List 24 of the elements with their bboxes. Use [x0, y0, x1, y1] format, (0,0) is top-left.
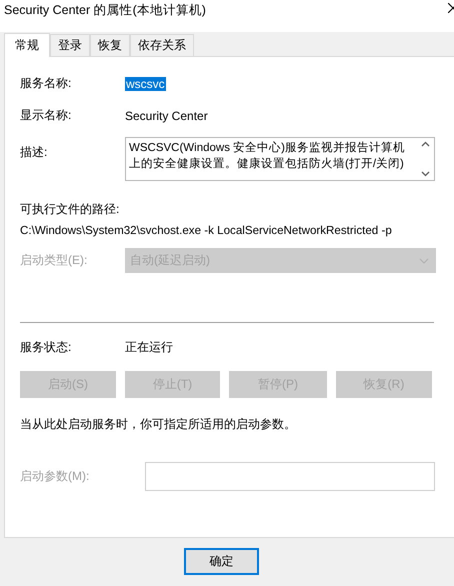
- window-title: Security Center 的属性(本地计算机): [3, 2, 206, 19]
- field-label: 服务名称:: [20, 75, 72, 92]
- display-name-value: Security Center: [125, 108, 208, 122]
- tab[interactable]: 恢复: [90, 34, 130, 56]
- hint-text: 当从此处启动服务时，你可指定所适用的启动参数。: [20, 417, 296, 431]
- scroll-up-icon[interactable]: [421, 141, 430, 147]
- field-label: 服务状态:: [20, 339, 72, 356]
- tab[interactable]: 登录: [50, 34, 90, 56]
- scroll-down-icon[interactable]: [421, 171, 430, 177]
- description-box[interactable]: WSCSVC(Windows 安全中心)服务监视并报告计算机 上的安全健康设置。健康设置包括防火墙(打开/关闭): [125, 137, 435, 181]
- field-label: 描述:: [20, 144, 48, 161]
- field-label: 显示名称:: [20, 107, 72, 124]
- service-status-value: 正在运行: [125, 339, 173, 356]
- tab[interactable]: 依存关系: [130, 34, 194, 56]
- service-name-value: wscsvc: [125, 76, 166, 90]
- tab[interactable]: 常规: [4, 33, 50, 57]
- field-label: 启动类型(E):: [20, 252, 88, 269]
- executable-path: C:\Windows\System32\svchost.exe -k LocalServiceNetworkRestricted -p: [20, 224, 392, 237]
- field-label: 可执行文件的路径:: [20, 202, 120, 216]
- description-text: 上的安全健康设置。健康设置包括防火墙(打开/关闭): [129, 156, 405, 172]
- ok-button[interactable]: 确定: [184, 548, 259, 575]
- field-label: 启动参数(M):: [20, 468, 90, 485]
- description-text: WSCSVC(Windows 安全中心)服务监视并报告计算机: [129, 140, 406, 156]
- caret-icon: [419, 258, 429, 264]
